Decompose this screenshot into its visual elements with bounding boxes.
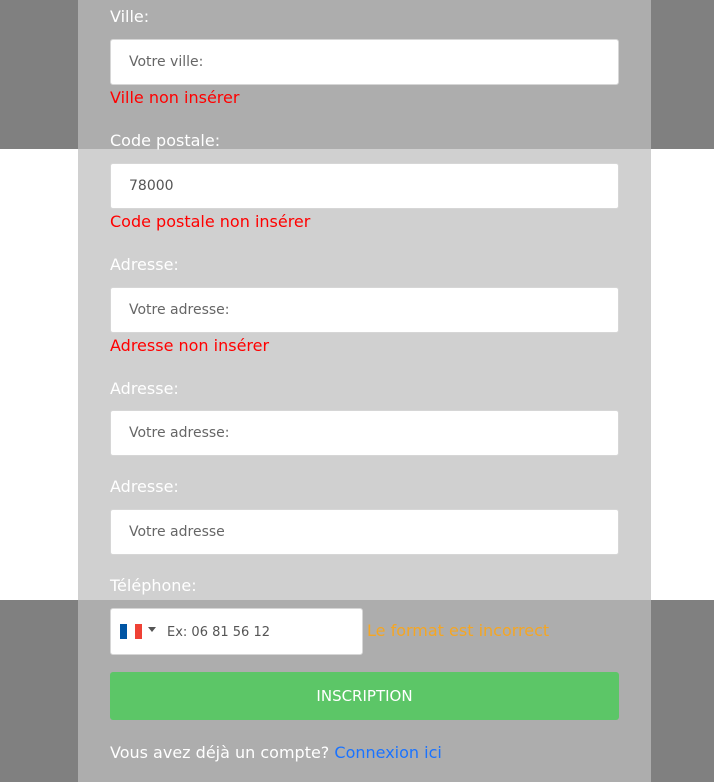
adresse-input-2[interactable]: [110, 410, 619, 456]
adresse-label-1: Adresse:: [110, 255, 179, 274]
flag-stripe-blue: [120, 624, 128, 639]
code-postal-label: Code postale:: [110, 131, 221, 150]
country-selector[interactable]: [120, 624, 160, 640]
flag-stripe-white: [127, 624, 135, 639]
telephone-field: [110, 608, 363, 655]
telephone-format-warning: Le format est incorrect: [367, 621, 550, 640]
adresse-input-1[interactable]: [110, 287, 619, 333]
login-prompt-text: Vous avez déjà un compte?: [110, 743, 330, 762]
telephone-label: Téléphone:: [110, 576, 197, 595]
ville-input[interactable]: [110, 39, 619, 85]
login-prompt: Vous avez déjà un compte? Connexion ici: [110, 742, 442, 764]
code-postal-error: Code postale non insérer: [110, 212, 311, 231]
adresse-error: Adresse non insérer: [110, 336, 270, 355]
code-postal-input[interactable]: [110, 163, 619, 209]
chevron-down-icon: [148, 627, 156, 632]
ville-label: Ville:: [110, 7, 150, 26]
adresse-input-3[interactable]: [110, 509, 619, 555]
flag-stripe-red: [134, 624, 142, 639]
ville-error: Ville non insérer: [110, 88, 240, 107]
login-link[interactable]: Connexion ici: [334, 743, 441, 762]
telephone-input[interactable]: [165, 610, 359, 655]
adresse-label-3: Adresse:: [110, 477, 179, 496]
inscription-button[interactable]: INSCRIPTION: [110, 672, 619, 720]
france-flag-icon: [120, 624, 142, 639]
adresse-label-2: Adresse:: [110, 379, 179, 398]
